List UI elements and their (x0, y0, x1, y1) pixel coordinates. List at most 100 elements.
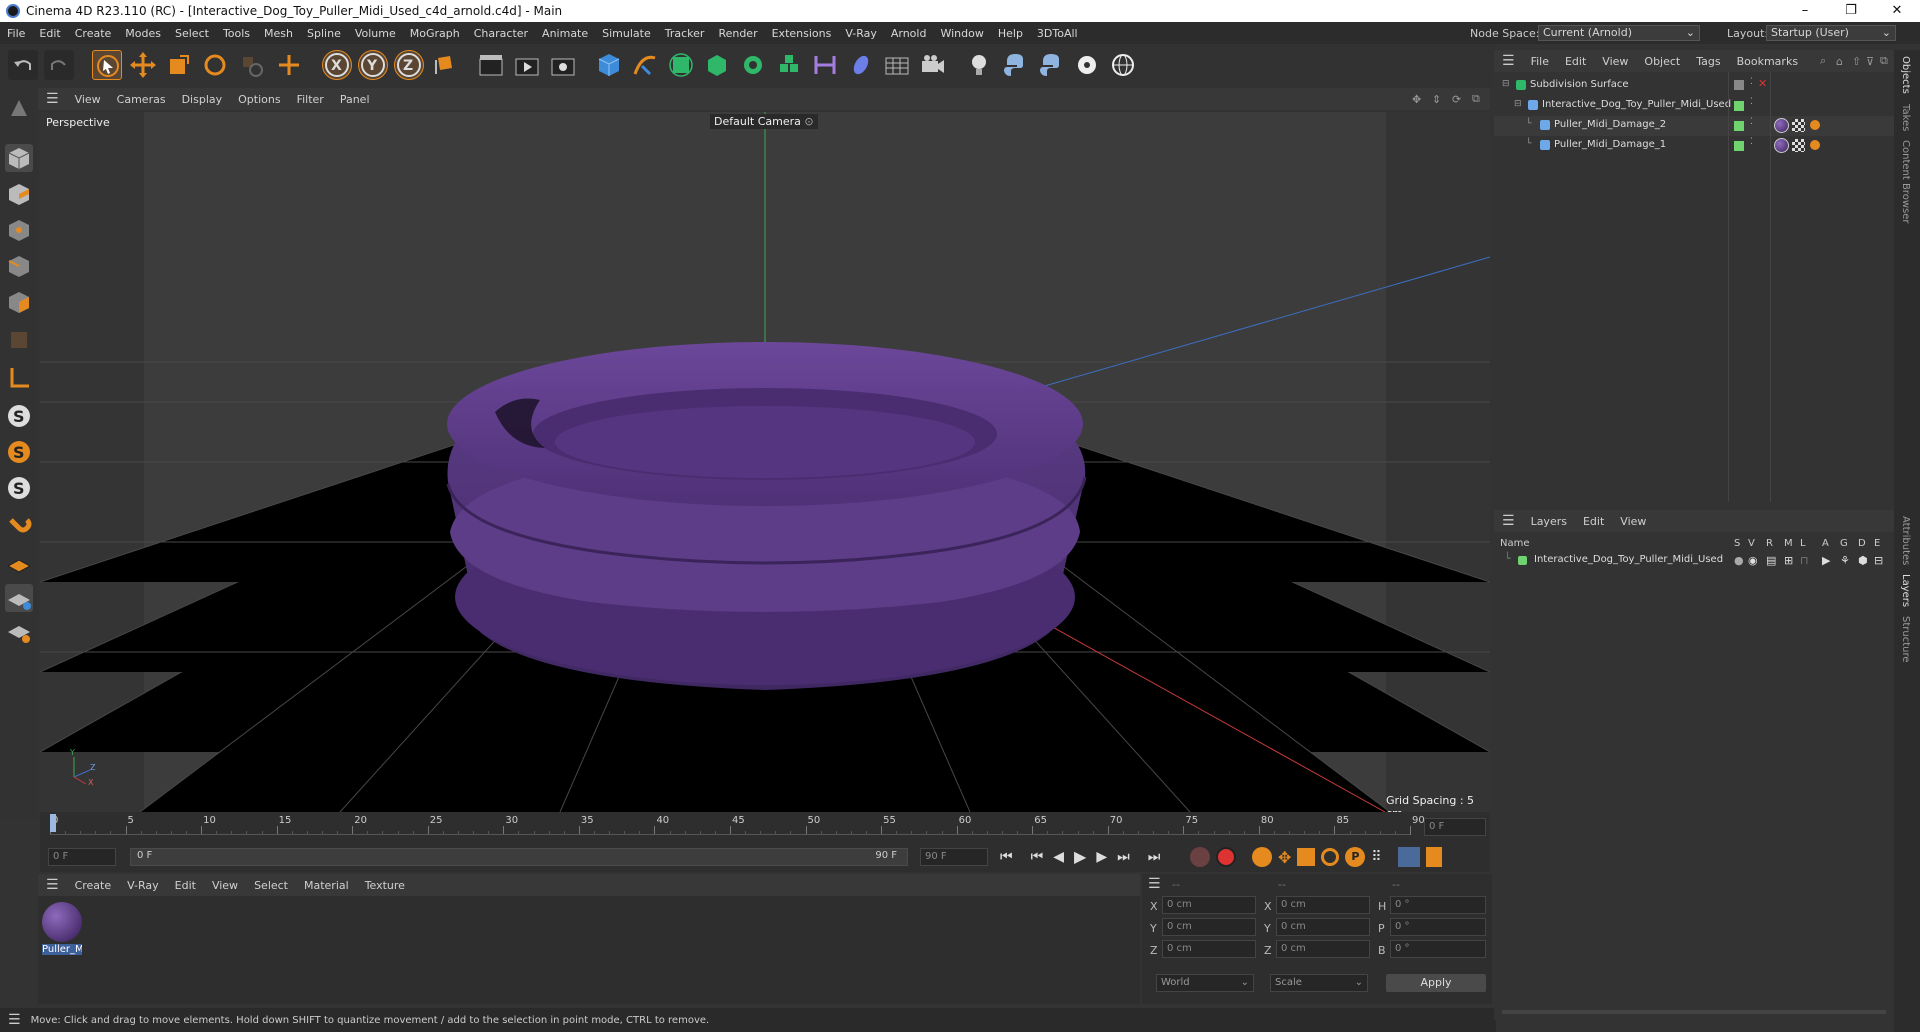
checker-tag-icon[interactable] (1792, 119, 1805, 132)
layer-column-r[interactable]: R (1766, 538, 1773, 549)
go-to-end-icon[interactable]: ⏭ (1148, 849, 1161, 865)
scale-tool-button[interactable] (164, 50, 194, 80)
axis-mode-button[interactable] (5, 364, 33, 392)
viewport-maximize-icon[interactable]: ⧉ (1472, 92, 1480, 106)
layer-menu-view[interactable]: View (1612, 515, 1654, 528)
coord-size-field[interactable]: 0 cm (1276, 918, 1370, 936)
menu-3dtoall[interactable]: 3DToAll (1030, 27, 1085, 40)
parameter-key-icon[interactable]: P (1345, 847, 1366, 867)
point-mode-button[interactable] (5, 216, 33, 244)
object-menu-view[interactable]: View (1594, 55, 1636, 68)
menu-spline[interactable]: Spline (300, 27, 348, 40)
menu-volume[interactable]: Volume (348, 27, 403, 40)
locked-workplane-button[interactable] (5, 584, 33, 612)
rotation-key-icon[interactable] (1321, 848, 1340, 866)
field-button[interactable] (846, 50, 876, 80)
object-menu-bookmarks[interactable]: Bookmarks (1729, 55, 1806, 68)
menu-mograph[interactable]: MoGraph (403, 27, 467, 40)
menu-help[interactable]: Help (991, 27, 1030, 40)
viewport-move-icon[interactable]: ✥ (1412, 93, 1421, 106)
up-arrow-icon[interactable]: ⇧ (1852, 55, 1861, 68)
coord-pos-field[interactable]: 0 cm (1162, 918, 1256, 936)
x-axis-button[interactable]: X (322, 50, 352, 80)
rotate-tool-button[interactable] (200, 50, 230, 80)
material-menu-view[interactable]: View (204, 879, 246, 892)
close-button[interactable]: ✕ (1874, 0, 1920, 22)
layer-column-e[interactable]: E (1874, 538, 1880, 549)
tree-expander-icon[interactable]: ⊟ (1502, 79, 1510, 89)
layer-column-g[interactable]: G (1840, 538, 1848, 549)
search-icon[interactable]: ⌕ (1820, 54, 1826, 68)
object-menu-file[interactable]: File (1523, 55, 1557, 68)
menu-character[interactable]: Character (467, 27, 535, 40)
menu-window[interactable]: Window (933, 27, 990, 40)
tree-expander-icon[interactable]: └ (1526, 139, 1531, 149)
render-clapboard-icon[interactable]: ▤ (1766, 554, 1776, 567)
deformer-button[interactable] (810, 50, 840, 80)
undo-button[interactable] (8, 50, 38, 80)
timeline-ruler[interactable]: 051015202530354045505560657075808590 0 F (40, 812, 1490, 842)
hamburger-menu-icon[interactable]: ☰ (46, 91, 59, 107)
layer-column-m[interactable]: M (1784, 538, 1793, 549)
hamburger-menu-icon[interactable]: ☰ (8, 1012, 21, 1028)
python-script-button[interactable] (1036, 50, 1066, 80)
arnold-tag-icon[interactable] (1810, 140, 1820, 150)
settings-button[interactable] (1072, 50, 1102, 80)
coord-size-field[interactable]: 0 cm (1276, 940, 1370, 958)
redo-button[interactable] (44, 50, 74, 80)
tab-structure[interactable]: Structure (1900, 616, 1911, 663)
move-tool-button[interactable] (128, 50, 158, 80)
film-strip-icon[interactable] (1425, 847, 1442, 867)
light-button[interactable] (964, 50, 994, 80)
viewport-menu-filter[interactable]: Filter (289, 93, 332, 106)
render-settings-button[interactable] (548, 50, 578, 80)
menu-modes[interactable]: Modes (118, 27, 168, 40)
point-level-icon[interactable]: ⠿ (1371, 849, 1381, 865)
viewport-menu-view[interactable]: View (67, 93, 109, 106)
viewport-menu-options[interactable]: Options (230, 93, 288, 106)
coord-pos-field[interactable]: 0 cm (1162, 940, 1256, 958)
menu-create[interactable]: Create (68, 27, 119, 40)
menu-render[interactable]: Render (711, 27, 764, 40)
uv-mode-button[interactable] (5, 326, 33, 354)
menu-edit[interactable]: Edit (32, 27, 67, 40)
viewport-rotate-icon[interactable]: ⟳ (1452, 93, 1461, 106)
menu-tracker[interactable]: Tracker (658, 27, 712, 40)
material-menu-edit[interactable]: Edit (167, 879, 204, 892)
layer-row[interactable]: └ Interactive_Dog_Toy_Puller_Midi_Used ●… (1494, 552, 1894, 570)
layer-color-icon[interactable] (1734, 101, 1744, 111)
material-menu-v-ray[interactable]: V-Ray (119, 879, 167, 892)
layout-select[interactable]: Startup (User) ⌄ (1766, 25, 1896, 41)
make-editable-button[interactable] (5, 94, 33, 122)
edge-mode-button[interactable] (5, 252, 33, 280)
maximize-button[interactable]: ❐ (1828, 0, 1874, 22)
layer-horizontal-scrollbar[interactable] (1502, 1010, 1886, 1014)
hamburger-menu-icon[interactable]: ☰ (46, 877, 59, 893)
layer-column-v[interactable]: V (1748, 538, 1755, 549)
material-tag-icon[interactable] (1774, 118, 1789, 133)
visibility-dots-icon[interactable]: ⁚ (1750, 97, 1753, 107)
layer-color-icon[interactable] (1734, 141, 1744, 151)
frame-range-slider[interactable]: 0 F 90 F (130, 848, 908, 866)
object-menu-object[interactable]: Object (1636, 55, 1688, 68)
model-mode-button[interactable] (5, 144, 33, 172)
animation-play-icon[interactable]: ▶ (1822, 554, 1830, 567)
scale-key-icon[interactable] (1297, 848, 1316, 866)
material-tag-icon[interactable] (1774, 138, 1789, 153)
timeline-playhead[interactable] (50, 814, 56, 832)
cube-button[interactable] (594, 50, 624, 80)
menu-select[interactable]: Select (168, 27, 216, 40)
layer-menu-edit[interactable]: Edit (1575, 515, 1612, 528)
sound-icon[interactable] (1397, 847, 1420, 867)
coord-rot-field[interactable]: 0 ° (1390, 918, 1486, 936)
python-button[interactable] (1000, 50, 1030, 80)
material-menu-texture[interactable]: Texture (357, 879, 413, 892)
visibility-dots-icon[interactable]: ⁚ (1750, 117, 1753, 127)
layer-column-l[interactable]: L (1800, 538, 1806, 549)
play-icon[interactable]: ▶ (1074, 847, 1086, 866)
tab-content-browser[interactable]: Content Browser (1900, 140, 1911, 223)
node-space-select[interactable]: Current (Arnold) ⌄ (1538, 25, 1700, 41)
hamburger-menu-icon[interactable]: ☰ (1148, 876, 1161, 892)
camera-button[interactable] (918, 50, 948, 80)
menu-animate[interactable]: Animate (535, 27, 595, 40)
